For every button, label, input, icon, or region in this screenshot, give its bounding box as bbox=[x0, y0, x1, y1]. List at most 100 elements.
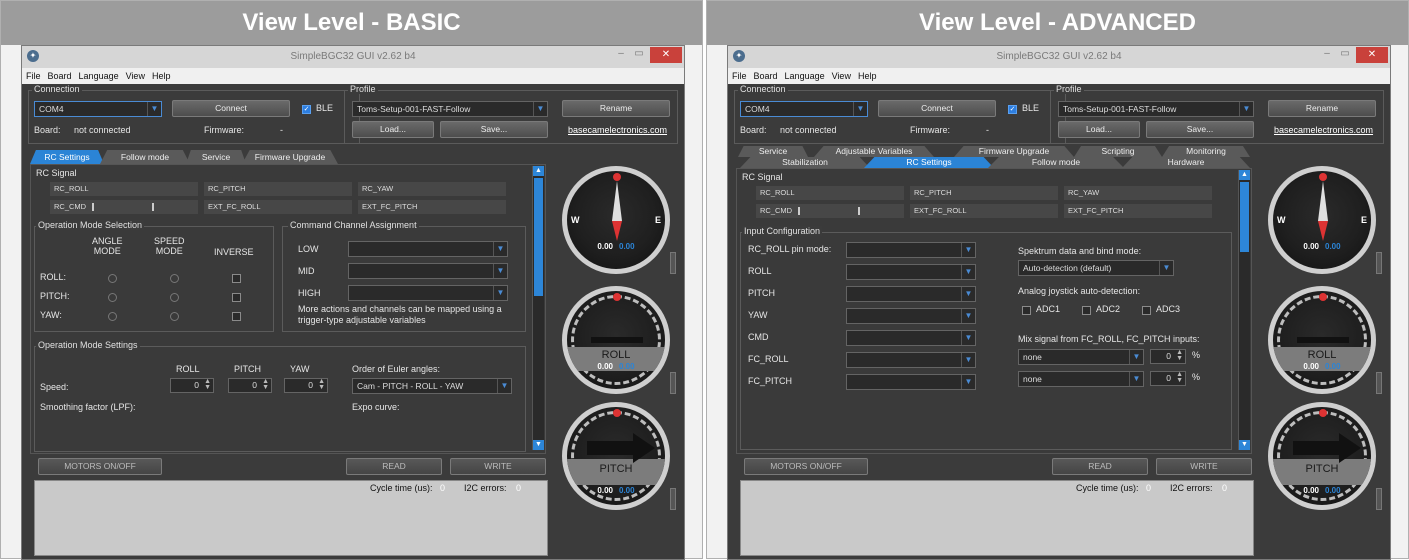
adc1-checkbox[interactable] bbox=[1022, 306, 1031, 315]
read-button[interactable]: READ bbox=[346, 458, 442, 475]
mix-fc-roll-spinner[interactable]: 0 ▲ ▼ bbox=[1150, 349, 1186, 364]
tab-follow-mode[interactable]: Follow mode bbox=[988, 157, 1124, 168]
minimize-button[interactable]: – bbox=[1320, 48, 1334, 62]
profile-select[interactable]: Toms-Setup-001-FAST-Follow ▼ bbox=[352, 101, 548, 117]
scroll-down-icon[interactable]: ▼ bbox=[1239, 440, 1250, 450]
motors-button[interactable]: MOTORS ON/OFF bbox=[744, 458, 868, 475]
rc-roll-pin-mode-select[interactable]: ▼ bbox=[846, 242, 976, 258]
menu-board[interactable]: Board bbox=[754, 68, 778, 84]
tab-stabilization[interactable]: Stabilization bbox=[740, 157, 870, 168]
rename-button[interactable]: Rename bbox=[1268, 100, 1376, 117]
yaw-input-select[interactable]: ▼ bbox=[846, 308, 976, 324]
rename-button[interactable]: Rename bbox=[562, 100, 670, 117]
save-button[interactable]: Save... bbox=[1146, 121, 1254, 138]
tab-scrollbar[interactable]: ▲ ▼ bbox=[1238, 170, 1250, 450]
menu-file[interactable]: File bbox=[732, 68, 747, 84]
spektrum-select[interactable]: Auto-detection (default) ▼ bbox=[1018, 260, 1174, 276]
pitch-row-label: PITCH: bbox=[40, 291, 70, 301]
cmd-low-select[interactable]: ▼ bbox=[348, 241, 508, 257]
tab-follow-mode[interactable]: Follow mode bbox=[100, 150, 190, 164]
compass-values: 0.00 0.00 bbox=[1273, 242, 1371, 251]
tab-rc-settings[interactable]: RC Settings bbox=[864, 157, 994, 168]
mix-fc-pitch-select[interactable]: none ▼ bbox=[1018, 371, 1144, 387]
euler-select[interactable]: Cam - PITCH - ROLL - YAW ▼ bbox=[352, 378, 512, 394]
roll-inverse-checkbox[interactable] bbox=[232, 274, 241, 283]
website-link[interactable]: basecamelectronics.com bbox=[1274, 125, 1373, 135]
scroll-up-icon[interactable]: ▲ bbox=[533, 166, 544, 176]
connect-button[interactable]: Connect bbox=[172, 100, 290, 117]
tab-adjustable-variables[interactable]: Adjustable Variables bbox=[814, 146, 934, 157]
menu-board[interactable]: Board bbox=[48, 68, 72, 84]
scroll-down-icon[interactable]: ▼ bbox=[533, 440, 544, 450]
tab-monitoring[interactable]: Monitoring bbox=[1162, 146, 1250, 157]
pitch-values: 0.00 0.00 bbox=[567, 486, 665, 495]
port-value: COM4 bbox=[39, 104, 64, 114]
menu-view[interactable]: View bbox=[126, 68, 145, 84]
tab-scripting[interactable]: Scripting bbox=[1074, 146, 1162, 157]
speed-roll-spinner[interactable]: 0 ▲ ▼ bbox=[170, 378, 214, 393]
pitch-input-select[interactable]: ▼ bbox=[846, 286, 976, 302]
minimize-button[interactable]: – bbox=[614, 48, 628, 62]
menu-view[interactable]: View bbox=[832, 68, 851, 84]
scroll-up-icon[interactable]: ▲ bbox=[1239, 170, 1250, 180]
close-button[interactable]: ✕ bbox=[1356, 47, 1388, 63]
pitch-speed-radio[interactable] bbox=[170, 293, 179, 302]
connect-button[interactable]: Connect bbox=[878, 100, 996, 117]
save-button[interactable]: Save... bbox=[440, 121, 548, 138]
write-button[interactable]: WRITE bbox=[450, 458, 546, 475]
write-button[interactable]: WRITE bbox=[1156, 458, 1252, 475]
motors-button[interactable]: MOTORS ON/OFF bbox=[38, 458, 162, 475]
ble-checkbox[interactable]: ✓ bbox=[302, 105, 311, 114]
menu-language[interactable]: Language bbox=[79, 68, 119, 84]
ble-checkbox[interactable]: ✓ bbox=[1008, 105, 1017, 114]
menu-file[interactable]: File bbox=[26, 68, 41, 84]
profile-value: Toms-Setup-001-FAST-Follow bbox=[1063, 104, 1177, 114]
tab-firmware-upgrade[interactable]: Firmware Upgrade bbox=[242, 150, 338, 164]
adc2-checkbox[interactable] bbox=[1082, 306, 1091, 315]
port-select[interactable]: COM4 ▼ bbox=[34, 101, 162, 117]
fc-roll-input-select[interactable]: ▼ bbox=[846, 352, 976, 368]
maximize-button[interactable]: ▭ bbox=[1338, 48, 1352, 62]
scroll-thumb[interactable] bbox=[1240, 182, 1249, 252]
compass-needle-north bbox=[1318, 181, 1328, 221]
pitch-inverse-checkbox[interactable] bbox=[232, 293, 241, 302]
scroll-thumb[interactable] bbox=[534, 178, 543, 296]
command-channel-label: Command Channel Assignment bbox=[288, 220, 419, 230]
menu-help[interactable]: Help bbox=[858, 68, 877, 84]
cmd-input-select[interactable]: ▼ bbox=[846, 330, 976, 346]
website-link[interactable]: basecamelectronics.com bbox=[568, 125, 667, 135]
mix-fc-roll-select[interactable]: none ▼ bbox=[1018, 349, 1144, 365]
cmd-mid-select[interactable]: ▼ bbox=[348, 263, 508, 279]
adc3-checkbox[interactable] bbox=[1142, 306, 1151, 315]
read-button[interactable]: READ bbox=[1052, 458, 1148, 475]
fc-pitch-input-select[interactable]: ▼ bbox=[846, 374, 976, 390]
spinner-arrows-icon: ▲ ▼ bbox=[204, 378, 211, 391]
mix-fc-pitch-spinner[interactable]: 0 ▲ ▼ bbox=[1150, 371, 1186, 386]
speed-pitch-spinner[interactable]: 0 ▲ ▼ bbox=[228, 378, 272, 393]
tab-rc-settings[interactable]: RC Settings bbox=[30, 150, 104, 164]
close-button[interactable]: ✕ bbox=[650, 47, 682, 63]
speed-yaw-spinner[interactable]: 0 ▲ ▼ bbox=[284, 378, 328, 393]
tab-service[interactable]: Service bbox=[738, 146, 808, 157]
cmd-high-select[interactable]: ▼ bbox=[348, 285, 508, 301]
yaw-angle-radio[interactable] bbox=[108, 312, 117, 321]
load-button[interactable]: Load... bbox=[1058, 121, 1140, 138]
profile-group-label: Profile bbox=[1054, 84, 1084, 94]
menu-help[interactable]: Help bbox=[152, 68, 171, 84]
roll-angle-radio[interactable] bbox=[108, 274, 117, 283]
yaw-speed-radio[interactable] bbox=[170, 312, 179, 321]
profile-select[interactable]: Toms-Setup-001-FAST-Follow ▼ bbox=[1058, 101, 1254, 117]
roll-input-select[interactable]: ▼ bbox=[846, 264, 976, 280]
tab-hardware[interactable]: Hardware bbox=[1122, 157, 1250, 168]
yaw-inverse-checkbox[interactable] bbox=[232, 312, 241, 321]
tab-service[interactable]: Service bbox=[186, 150, 246, 164]
roll-speed-radio[interactable] bbox=[170, 274, 179, 283]
maximize-button[interactable]: ▭ bbox=[632, 48, 646, 62]
pitch-angle-radio[interactable] bbox=[108, 293, 117, 302]
cycle-time-value: 0 bbox=[440, 483, 446, 493]
load-button[interactable]: Load... bbox=[352, 121, 434, 138]
tab-firmware-upgrade[interactable]: Firmware Upgrade bbox=[954, 146, 1074, 157]
menu-language[interactable]: Language bbox=[785, 68, 825, 84]
port-select[interactable]: COM4 ▼ bbox=[740, 101, 868, 117]
tab-scrollbar[interactable]: ▲ ▼ bbox=[532, 166, 544, 450]
